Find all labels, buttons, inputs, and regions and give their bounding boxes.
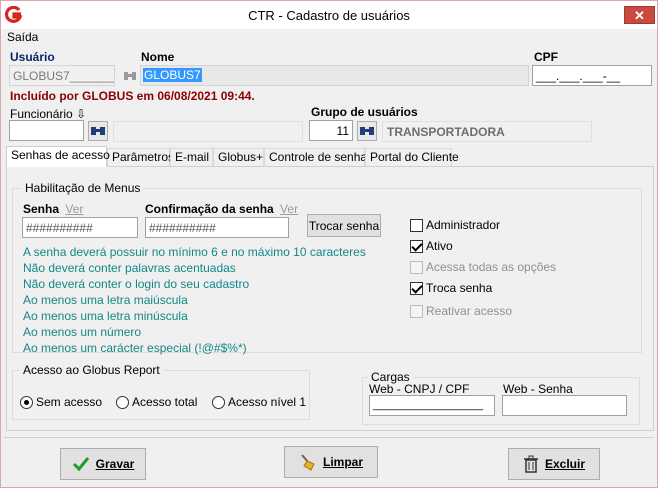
trocar-senha-button[interactable]: Trocar senha [307,214,381,237]
grupo-label: Grupo de usuários [311,105,418,119]
acesso-total-label: Acesso total [132,395,198,409]
web-senha-field[interactable] [502,395,627,416]
tab-portal-do-cliente[interactable]: Portal do Cliente [365,148,459,166]
checkmark-icon [72,457,89,472]
trocar-senha-label: Trocar senha [308,218,380,233]
funcionario-field[interactable] [9,120,84,141]
search-funcionario-button[interactable] [88,121,108,141]
funcionario-label[interactable]: Funcionário ⇩ [10,107,86,121]
tab-controle-de-senhas[interactable]: Controle de senhas [264,148,373,166]
rule-item: Ao menos uma letra maiúscula [23,293,188,307]
sem-acesso-label: Sem acesso [36,395,103,409]
administrador-checkbox[interactable] [410,219,423,232]
troca-senha-label: Troca senha [426,281,493,295]
nome-selected-text: GLOBUS7 [143,68,202,82]
nome-label: Nome [141,50,175,64]
menu-item-saida[interactable]: Saída [7,30,38,44]
tab-panel-senhas: Habilitação de Menus Senha Ver #########… [6,166,654,431]
confirm-text: Confirmação da senha [145,202,274,216]
rule-item: Ao menos um número [23,325,142,339]
senha-field[interactable]: ########## [22,217,138,238]
search-grupo-button[interactable] [357,121,377,141]
usuario-field[interactable]: GLOBUS7_______ [9,65,115,86]
reativar-acesso-checkbox[interactable] [410,305,423,318]
habilitacao-title: Habilitação de Menus [22,181,144,195]
ver-confirm-link[interactable]: Ver [280,202,298,216]
gravar-button[interactable]: Gravar [60,448,146,480]
tab-parametros[interactable]: Parâmetros [107,148,174,166]
web-senha-label: Web - Senha [503,382,573,396]
usuario-label: Usuário [10,50,55,64]
grupo-name-field: TRANSPORTADORA [382,121,592,142]
binoculars-icon [360,127,374,135]
acesso-report-title: Acesso ao Globus Report [20,363,163,377]
senha-text: Senha [23,202,60,216]
web-cnpj-label: Web - CNPJ / CPF [369,382,470,396]
reativar-acesso-label: Reativar acesso [426,304,513,318]
limpar-button[interactable]: Limpar [284,446,378,478]
excluir-button[interactable]: Excluir [508,448,600,480]
app-window: CTR - Cadastro de usuários ✕ Saída Usuár… [0,0,658,488]
tab-email[interactable]: E-mail [170,148,213,166]
tab-globus-plus[interactable]: Globus+ [213,148,264,166]
trash-icon [523,455,538,473]
acesso-nivel1-radio[interactable] [212,396,225,409]
menu-bar: Saída [1,29,657,47]
close-button[interactable]: ✕ [624,6,655,24]
rule-item: Ao menos uma letra minúscula [23,309,188,323]
ativo-checkbox[interactable] [410,240,423,253]
rule-item: A senha deverá possuir no mínimo 6 e no … [23,245,366,259]
troca-senha-checkbox[interactable] [410,282,423,295]
broom-icon [301,454,315,471]
nome-field[interactable]: GLOBUS7 [140,65,529,86]
grupo-code-field[interactable]: 11 [309,120,353,141]
web-cnpj-field[interactable]: __________________ [369,395,495,416]
title-bar: CTR - Cadastro de usuários ✕ [1,1,657,29]
cpf-field[interactable]: ___.___.___-__ [532,65,652,86]
ativo-label: Ativo [426,239,453,253]
sem-acesso-radio[interactable] [20,396,33,409]
window-title: CTR - Cadastro de usuários [248,8,410,23]
limpar-label: Limpar [322,455,363,469]
senha-label: Senha Ver [23,202,83,216]
ver-senha-link[interactable]: Ver [65,202,83,216]
acessa-todas-label: Acessa todas as opções [426,260,557,274]
excluir-label: Excluir [544,457,586,471]
binoculars-icon[interactable] [121,67,139,85]
tab-senhas-de-acesso[interactable]: Senhas de acesso [6,146,110,167]
confirm-label: Confirmação da senha Ver [145,202,298,216]
cpf-label: CPF [534,50,558,64]
gravar-label: Gravar [95,457,135,471]
acesso-total-radio[interactable] [116,396,129,409]
administrador-label: Administrador [426,218,501,232]
included-info: Incluído por GLOBUS em 06/08/2021 09:44. [10,89,255,103]
acessa-todas-checkbox[interactable] [410,261,423,274]
acesso-nivel1-label: Acesso nível 1 [228,395,307,409]
funcionario-name-field [113,121,303,142]
rule-item: Não deverá conter o login do seu cadastr… [23,277,250,291]
rule-item: Não deverá conter palavras acentuadas [23,261,236,275]
rule-item: Ao menos um carácter especial (!@#$%*) [23,341,247,355]
confirm-field[interactable]: ########## [145,217,289,238]
binoculars-icon [91,127,105,135]
